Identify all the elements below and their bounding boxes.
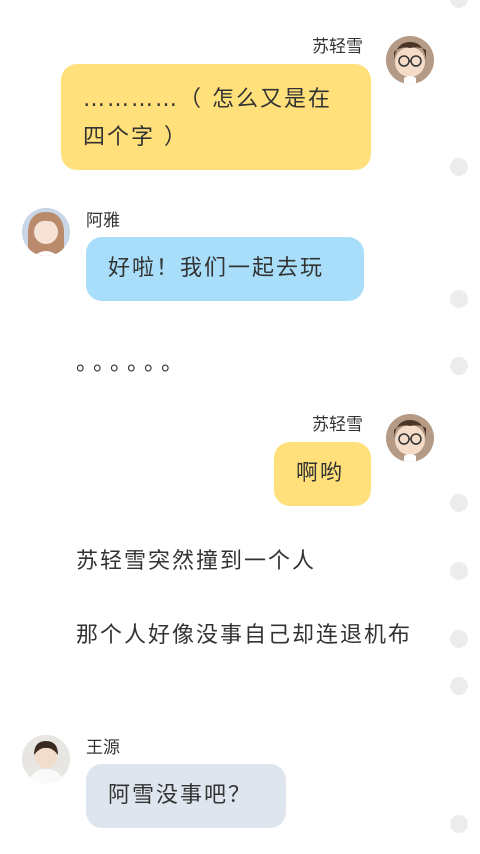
message-text: 好啦！我们一起去玩 <box>108 256 325 281</box>
narration-line: 那个人好像没事自己却连退机布 <box>76 623 413 648</box>
message-text: …………（ 怎么又是在四个字 ） <box>83 87 332 150</box>
scroll-marker <box>450 630 468 648</box>
scroll-marker <box>450 290 468 308</box>
message-bubble[interactable]: 阿雪没事吧？ <box>86 764 286 828</box>
scroll-marker <box>450 0 468 8</box>
sender-name: 苏轻雪 <box>312 415 363 435</box>
sender-name: 苏轻雪 <box>312 37 363 57</box>
scroll-marker <box>450 158 468 176</box>
scroll-marker <box>450 677 468 695</box>
avatar-image <box>22 208 70 256</box>
narration-line: 苏轻雪突然撞到一个人 <box>76 549 317 574</box>
message-bubble[interactable]: 啊哟 <box>274 442 371 506</box>
narration-ellipsis: 。。。。。。 <box>76 351 190 376</box>
message-text: 阿雪没事吧？ <box>108 783 253 808</box>
sender-name: 阿雅 <box>86 211 120 231</box>
avatar-su-qingxue[interactable] <box>386 36 434 84</box>
scroll-marker <box>450 562 468 580</box>
scroll-marker <box>450 357 468 375</box>
avatar-image <box>22 735 70 783</box>
message-bubble[interactable]: …………（ 怎么又是在四个字 ） <box>61 64 371 170</box>
scroll-marker <box>450 494 468 512</box>
avatar-image <box>386 414 434 462</box>
avatar-wang-yuan[interactable] <box>22 735 70 783</box>
avatar-image <box>386 36 434 84</box>
message-bubble[interactable]: 好啦！我们一起去玩 <box>86 237 364 301</box>
message-text: 啊哟 <box>296 461 345 486</box>
avatar-su-qingxue[interactable] <box>386 414 434 462</box>
avatar-a-ya[interactable] <box>22 208 70 256</box>
sender-name: 王源 <box>86 738 120 758</box>
scroll-marker <box>450 815 468 833</box>
